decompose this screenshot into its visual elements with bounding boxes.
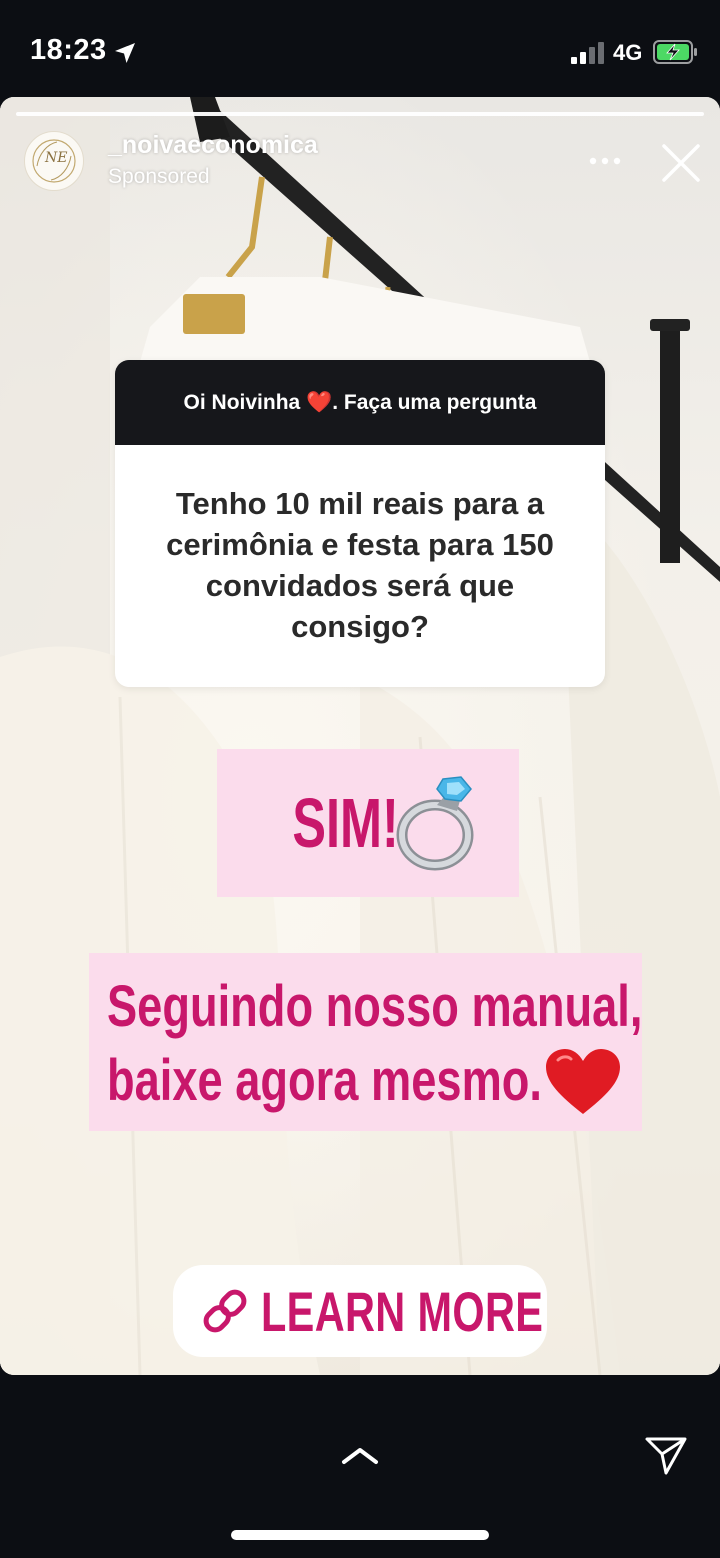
location-arrow-icon	[115, 43, 135, 63]
sponsored-label: Sponsored	[108, 165, 210, 188]
manual-line-1: Seguindo nosso manual,	[107, 974, 643, 1039]
question-sticker-header: Oi Noivinha ❤️. Faça uma pergunta	[115, 360, 605, 445]
close-icon[interactable]	[659, 141, 703, 185]
learn-more-label: LEARN MORE	[261, 1280, 544, 1343]
account-username[interactable]: _noivaeconomica	[108, 131, 318, 160]
ring-icon	[396, 776, 474, 871]
noiva-monogram-logo: NE	[32, 139, 76, 183]
question-header-prefix: Oi Noivinha	[183, 391, 307, 414]
home-indicator[interactable]	[231, 1530, 489, 1540]
status-time: 18:23	[30, 34, 107, 66]
chevron-up-icon[interactable]	[340, 1444, 380, 1468]
network-type: 4G	[613, 40, 643, 65]
wedding-dress-photo	[0, 97, 720, 1375]
manual-line-2: baixe agora mesmo.	[107, 1048, 542, 1113]
send-message-icon[interactable]	[644, 1436, 688, 1476]
svg-text:NE: NE	[44, 150, 67, 166]
avatar[interactable]: NE	[24, 131, 84, 191]
link-icon	[203, 1289, 247, 1333]
answer-box: SIM!	[217, 749, 519, 897]
status-bar: 18:23 4G	[0, 0, 720, 100]
battery-charging-icon	[653, 40, 697, 64]
heart-icon	[546, 1049, 620, 1114]
answer-text: SIM!	[292, 784, 399, 862]
signal-bars-icon	[571, 42, 604, 64]
more-options-icon[interactable]	[583, 149, 627, 173]
question-text: Tenho 10 mil reais para a cerimônia e fe…	[166, 486, 554, 644]
story-progress-bar	[16, 112, 704, 116]
story-viewer[interactable]: NE _noivaeconomica Sponsored Oi Noivinha…	[0, 97, 720, 1375]
question-header-suffix: . Faça uma pergunta	[332, 391, 537, 414]
learn-more-button[interactable]: LEARN MORE	[173, 1265, 547, 1357]
manual-promo-box: Seguindo nosso manual, baixe agora mesmo…	[89, 953, 642, 1131]
question-sticker: Oi Noivinha ❤️. Faça uma pergunta Tenho …	[115, 360, 605, 687]
red-heart-emoji: ❤️	[306, 391, 333, 414]
